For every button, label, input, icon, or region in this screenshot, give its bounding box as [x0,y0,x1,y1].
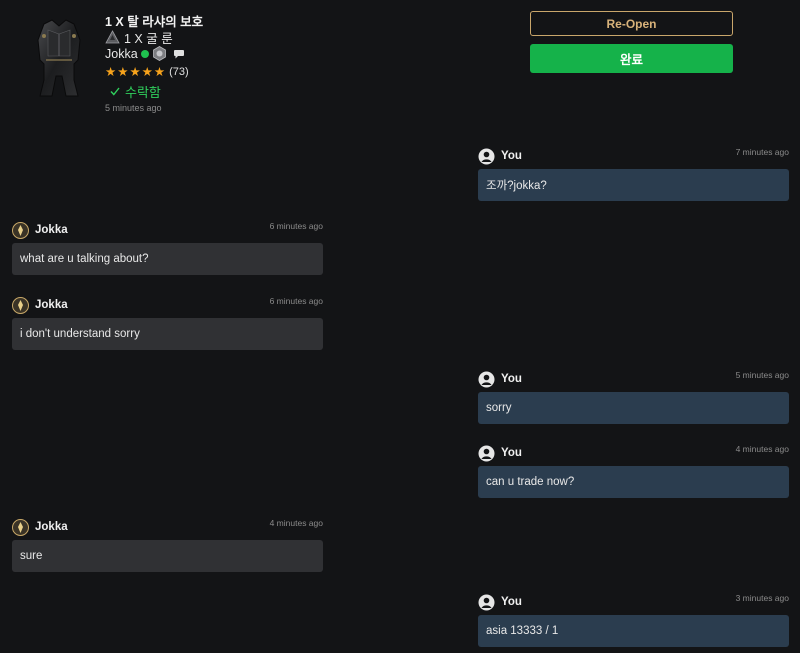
message-header: Jokka 6 minutes ago [12,220,323,240]
user-avatar-icon [478,371,495,387]
star-icon: ★ [117,65,129,79]
seller-rating: ★ ★ ★ ★ ★ (73) [105,66,189,79]
chat-message: You 5 minutes ago sorry [478,369,789,424]
trade-header: 1 X 탈 라샤의 보호 1 X 굴 룬 Jokka ★ ★ ★ ★ ★ (73… [0,0,800,130]
chat-message: You 3 minutes ago asia 13333 / 1 [478,592,789,647]
message-bubble: i don't understand sorry [12,318,323,350]
rune-quantity: 1 X 굴 룬 [105,28,173,47]
complete-button[interactable]: 완료 [530,44,733,73]
rank-badge-icon [152,46,166,61]
seller-name[interactable]: Jokka [105,47,138,61]
chat-message: Jokka 6 minutes ago i don't understand s… [12,295,323,350]
message-bubble: sorry [478,392,789,424]
chat-bubble-icon[interactable] [173,48,185,60]
reopen-button[interactable]: Re-Open [530,11,733,36]
message-time: 3 minutes ago [735,593,789,603]
message-time: 4 minutes ago [269,518,323,528]
message-header: Jokka 6 minutes ago [12,295,323,315]
message-header: You 3 minutes ago [478,592,789,612]
user-avatar-icon [478,148,495,164]
rune-icon [105,30,120,44]
star-icon: ★ [141,65,153,79]
star-icon: ★ [129,65,141,79]
message-sender: Jokka [35,521,68,533]
message-time: 6 minutes ago [269,221,323,231]
message-time: 5 minutes ago [735,370,789,380]
message-bubble: 조까?jokka? [478,169,789,201]
message-bubble: sure [12,540,323,572]
rune-quantity-label: 1 X 굴 룬 [124,32,173,46]
message-sender: You [501,150,522,162]
chat-message: Jokka 6 minutes ago what are u talking a… [12,220,323,275]
chat-message: Jokka 4 minutes ago sure [12,517,323,572]
message-sender: You [501,596,522,608]
user-avatar-icon [478,445,495,461]
rating-count: (73) [169,66,189,79]
message-header: You 5 minutes ago [478,369,789,389]
message-sender: Jokka [35,299,68,311]
message-bubble: what are u talking about? [12,243,323,275]
seller-info: Jokka [105,46,185,61]
message-header: You 7 minutes ago [478,146,789,166]
accepted-status: 수락함 [110,82,161,101]
armor-item-image [37,19,81,97]
chat-message: You 7 minutes ago 조까?jokka? [478,146,789,201]
star-icon: ★ [105,65,117,79]
message-header: You 4 minutes ago [478,443,789,463]
header-timestamp: 5 minutes ago [105,103,162,113]
message-time: 7 minutes ago [735,147,789,157]
message-time: 6 minutes ago [269,296,323,306]
star-icon: ★ [153,65,166,79]
chat-message: You 4 minutes ago can u trade now? [478,443,789,498]
message-time: 4 minutes ago [735,444,789,454]
accepted-status-label: 수락함 [125,85,161,100]
seller-avatar-icon [12,221,29,239]
seller-avatar-icon [12,518,29,536]
message-sender: You [501,373,522,385]
check-icon [110,87,120,96]
user-avatar-icon [478,594,495,610]
message-header: Jokka 4 minutes ago [12,517,323,537]
message-sender: You [501,447,522,459]
message-bubble: asia 13333 / 1 [478,615,789,647]
message-sender: Jokka [35,224,68,236]
seller-avatar-icon [12,296,29,314]
message-bubble: can u trade now? [478,466,789,498]
online-status-dot [140,49,149,58]
